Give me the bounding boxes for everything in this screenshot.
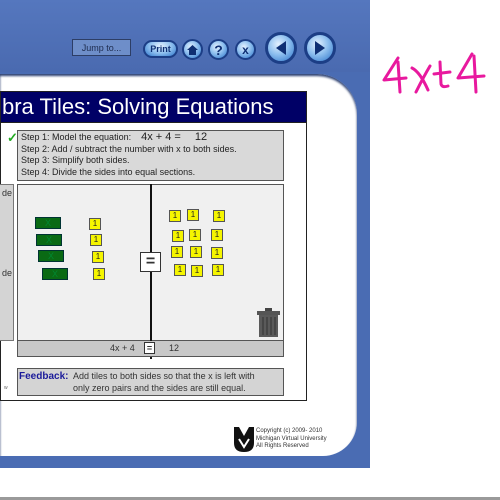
unit-tile[interactable]: 1 bbox=[212, 264, 224, 276]
equation-summary: 4x + 4 = 12 bbox=[17, 341, 284, 357]
equation-left: 4x + 4 = bbox=[141, 131, 181, 143]
equation-right: 12 bbox=[194, 131, 208, 143]
home-button[interactable] bbox=[182, 39, 203, 60]
right-arrow-icon bbox=[315, 41, 325, 55]
steps-box: Step 1: Model the equation: 4x + 4 = 12 St… bbox=[17, 130, 284, 181]
print-button[interactable]: Print bbox=[143, 40, 178, 58]
unit-tile[interactable]: 1 bbox=[191, 265, 203, 277]
x-tile[interactable]: X bbox=[35, 217, 61, 229]
side-label-bottom: de bbox=[1, 268, 12, 278]
unit-tile[interactable]: 1 bbox=[171, 246, 183, 258]
mvu-logo-icon bbox=[234, 427, 254, 452]
unit-tile[interactable]: 1 bbox=[169, 210, 181, 222]
feedback-label: Feedback: bbox=[19, 371, 69, 382]
x-tile[interactable]: X bbox=[38, 250, 64, 262]
unit-tile[interactable]: 1 bbox=[89, 218, 101, 230]
summary-right-side: 12 bbox=[169, 343, 180, 353]
x-tile[interactable]: X bbox=[36, 234, 62, 246]
unit-tile[interactable]: 1 bbox=[213, 210, 225, 222]
unit-tile[interactable]: 1 bbox=[211, 229, 223, 241]
close-button[interactable]: x bbox=[235, 39, 256, 60]
question-icon: ? bbox=[214, 41, 223, 58]
jump-to-button[interactable]: Jump to... bbox=[72, 39, 131, 56]
feedback-text-line1: Add tiles to both sides so that the x is… bbox=[73, 371, 255, 381]
handwritten-annotation bbox=[380, 40, 500, 100]
step-4: Step 4: Divide the sides into equal sect… bbox=[21, 166, 196, 177]
summary-equals: = bbox=[144, 342, 155, 354]
unit-tile[interactable]: 1 bbox=[189, 229, 201, 241]
summary-left-side: 4x + 4 bbox=[110, 343, 135, 353]
help-button[interactable]: ? bbox=[208, 39, 229, 60]
unit-tile[interactable]: 1 bbox=[93, 268, 105, 280]
trash-can-icon[interactable] bbox=[257, 308, 280, 337]
side-text-fragment: w bbox=[4, 385, 8, 391]
x-icon: x bbox=[242, 42, 249, 57]
unit-tile[interactable]: 1 bbox=[174, 264, 186, 276]
back-button[interactable] bbox=[265, 32, 297, 64]
home-icon bbox=[187, 44, 198, 55]
unit-tile[interactable]: 1 bbox=[187, 209, 199, 221]
unit-tile[interactable]: 1 bbox=[92, 251, 104, 263]
unit-tile[interactable]: 1 bbox=[172, 230, 184, 242]
feedback-text-line2: only zero pairs and the sides are still … bbox=[73, 383, 246, 393]
copyright: Copyright (c) 2009- 2010 Michigan Virtua… bbox=[256, 428, 327, 449]
step-1: Step 1: Model the equation: 4x + 4 = 12 bbox=[21, 131, 208, 143]
left-arrow-icon bbox=[276, 41, 286, 55]
side-label-top: de bbox=[1, 188, 12, 198]
step-3: Step 3: Simplify both sides. bbox=[21, 155, 130, 165]
equals-sign: = bbox=[140, 252, 161, 272]
feedback-box: Feedback: Add tiles to both sides so tha… bbox=[17, 368, 284, 396]
left-side-panel: de de bbox=[0, 184, 14, 341]
unit-tile[interactable]: 1 bbox=[190, 246, 202, 258]
unit-tile[interactable]: 1 bbox=[90, 234, 102, 246]
x-tile[interactable]: X bbox=[42, 268, 68, 280]
forward-button[interactable] bbox=[304, 32, 336, 64]
unit-tile[interactable]: 1 bbox=[211, 247, 223, 259]
page-title: bra Tiles: Solving Equations bbox=[0, 91, 307, 123]
step-2: Step 2: Add / subtract the number with x… bbox=[21, 143, 237, 154]
